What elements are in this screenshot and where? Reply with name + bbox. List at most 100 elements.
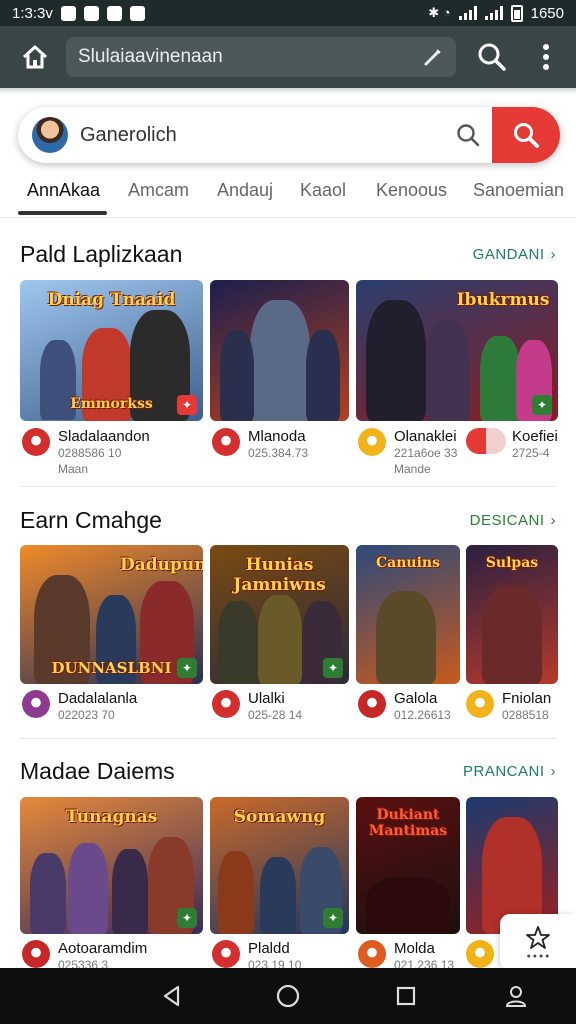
game-stats: 025-28 14 <box>248 708 303 722</box>
game-badge-icon: ✦ <box>177 658 197 678</box>
tab-6[interactable]: Sanoemian <box>473 180 564 201</box>
search-bar[interactable]: Ganerolich <box>18 107 560 163</box>
character-figure <box>220 330 254 421</box>
character-figure <box>112 849 148 934</box>
browser-toolbar: Slulaiaavinenaan <box>0 26 576 88</box>
section-see-all-link[interactable]: PRANCANI › <box>463 763 556 780</box>
character-figure <box>258 595 302 684</box>
search-input[interactable]: Ganerolich <box>80 124 448 147</box>
game-card-art[interactable] <box>210 280 349 421</box>
system-nav-bar <box>0 968 576 1024</box>
art-title: Dadupuns <box>120 555 203 575</box>
game-info[interactable]: Dadalalanla 022023 70 <box>22 690 202 730</box>
bookmark-button[interactable]: ● ● ● ● <box>500 914 576 970</box>
game-card-art[interactable]: Dniag Tnaaid Emmorkss ✦ <box>20 280 203 421</box>
character-figure <box>30 853 66 934</box>
account-icon[interactable] <box>502 982 530 1010</box>
game-card-art[interactable]: Ibukrmus ✦ <box>356 280 558 421</box>
game-info[interactable]: Koefiei 2725-4 <box>466 428 566 460</box>
game-info[interactable]: Plaldd 023 19 10 <box>212 940 352 972</box>
game-stats: 012.26613 <box>394 708 451 722</box>
game-genre: Maan <box>58 462 89 476</box>
avatar[interactable] <box>32 117 68 153</box>
search-button[interactable] <box>492 107 560 163</box>
character-figure <box>376 591 436 684</box>
character-figure <box>218 601 258 684</box>
game-card-art[interactable]: Canuins <box>356 545 460 684</box>
game-icon <box>466 690 494 718</box>
search-icon[interactable] <box>476 41 508 73</box>
search-icon[interactable] <box>448 115 488 155</box>
character-figure <box>480 336 520 421</box>
game-card-art[interactable]: Dadupuns DUNNASLBNI ✦ <box>20 545 203 684</box>
game-info[interactable]: Fniolan 0288518 <box>466 690 566 730</box>
tab-5[interactable]: Kenoous <box>376 180 447 201</box>
game-icon <box>212 428 240 456</box>
game-info[interactable]: Molda 021.236 13 <box>358 940 464 972</box>
art-title: Hunias Jamniwns <box>233 555 326 595</box>
section-title: Madae Daiems <box>20 758 175 784</box>
game-info[interactable]: Aotoaramdim 025336 3 <box>22 940 202 972</box>
url-field[interactable]: Slulaiaavinenaan <box>66 37 456 77</box>
character-figure <box>306 330 340 421</box>
game-icon <box>22 940 50 968</box>
status-time: 1:3:3v <box>12 4 53 22</box>
game-card-art[interactable]: Dukiant Mantimas <box>356 797 460 934</box>
game-card-art[interactable]: Tunagnas ✦ <box>20 797 203 934</box>
game-stats: 2725-4 <box>512 446 550 460</box>
chevron-right-icon: › <box>550 763 556 780</box>
search-icon <box>514 123 539 148</box>
game-genre: Mande <box>394 462 431 476</box>
game-info[interactable]: Olanaklei 221a6oe 33 Mande <box>358 428 468 478</box>
game-badge-icon: ✦ <box>532 395 552 415</box>
home-icon[interactable] <box>20 42 50 72</box>
game-info[interactable] <box>466 940 500 968</box>
alarm-icon: ✱ ◔ <box>428 5 451 20</box>
section-see-all-link[interactable]: DESICANI › <box>470 512 556 529</box>
recents-icon[interactable] <box>392 982 420 1010</box>
game-icon <box>22 428 50 456</box>
art-title: Sulpas <box>485 555 539 571</box>
edit-icon[interactable] <box>422 46 444 68</box>
back-icon[interactable] <box>158 982 186 1010</box>
game-name: Molda <box>394 940 435 957</box>
character-figure <box>250 300 310 421</box>
game-info[interactable]: Galola 012.26613 <box>358 690 464 730</box>
game-name: Fniolan <box>502 690 552 707</box>
more-vert-icon[interactable] <box>536 42 556 72</box>
tab-2[interactable]: Amcam <box>128 180 189 201</box>
game-card-art[interactable]: Somawng ✦ <box>210 797 349 934</box>
character-figure <box>68 843 108 934</box>
character-figure <box>366 300 426 421</box>
game-card-art[interactable]: Sulpas <box>466 545 558 684</box>
notification-icon <box>60 5 76 21</box>
home-circle-icon[interactable] <box>274 982 302 1010</box>
game-badge-icon: ✦ <box>177 395 197 415</box>
game-icon <box>358 940 386 968</box>
chevron-right-icon: › <box>550 512 556 529</box>
signal-icon <box>484 6 503 20</box>
section-see-all-link[interactable]: GANDANI › <box>473 246 556 263</box>
section-link-text: DESICANI <box>469 512 545 529</box>
art-title: Canuins <box>376 555 440 571</box>
game-info[interactable]: Sladalaandon 0288586 10 Maan <box>22 428 202 478</box>
game-name: Koefiei <box>512 428 558 445</box>
game-info[interactable]: Ulalki 025-28 14 <box>212 690 352 730</box>
active-tab-indicator <box>18 211 107 215</box>
section-title: Earn Cmahge <box>20 507 162 533</box>
dots-icon: ● ● ● ● <box>526 952 550 960</box>
game-icon <box>212 940 240 968</box>
chevron-right-icon: › <box>550 246 556 263</box>
art-subtitle: Emmorkss <box>70 396 153 412</box>
tab-3[interactable]: Andauj <box>217 180 273 201</box>
game-info[interactable]: Mlanoda 025.384.73 <box>212 428 352 478</box>
art-title: Dukiant Mantimas <box>368 807 448 839</box>
game-name: Mlanoda <box>248 428 306 445</box>
tab-4[interactable]: Kaaol <box>300 180 346 201</box>
game-stats: 0288586 10 <box>58 446 122 460</box>
game-card-art[interactable]: Hunias Jamniwns ✦ <box>210 545 349 684</box>
section-title: Pald Laplizkaan <box>20 241 183 267</box>
game-icon <box>358 428 386 456</box>
tab-1[interactable]: AnnAkaa <box>27 180 100 201</box>
toggle-icon <box>466 428 506 454</box>
